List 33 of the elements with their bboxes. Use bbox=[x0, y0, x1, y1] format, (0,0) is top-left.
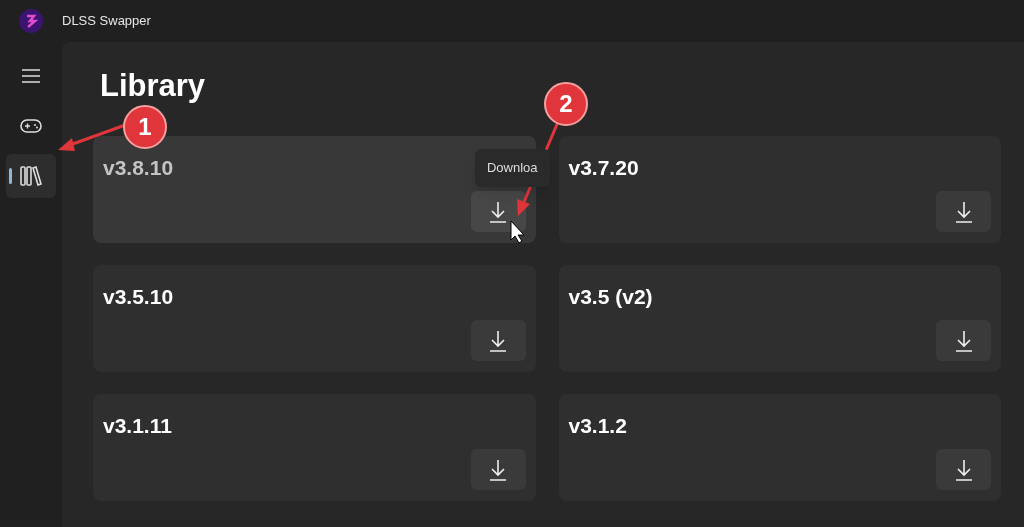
gamepad-icon bbox=[20, 118, 42, 134]
mouse-cursor-icon bbox=[510, 220, 525, 244]
download-icon bbox=[488, 200, 508, 223]
window-title: DLSS Swapper bbox=[62, 12, 151, 31]
nav-item[interactable] bbox=[6, 154, 56, 198]
selection-indicator bbox=[9, 168, 12, 184]
tooltip: Downloa bbox=[474, 149, 550, 187]
download-icon bbox=[953, 200, 974, 223]
version-label: v3.1.2 bbox=[568, 413, 627, 439]
version-card[interactable]: v3.5 (v2) bbox=[558, 265, 1001, 372]
download-icon bbox=[488, 329, 508, 352]
download-button[interactable] bbox=[470, 449, 526, 490]
download-button[interactable] bbox=[936, 449, 991, 490]
download-icon bbox=[488, 458, 508, 481]
download-button[interactable] bbox=[470, 320, 526, 361]
download-button[interactable] bbox=[470, 191, 526, 232]
version-card[interactable]: v3.1.2 bbox=[558, 394, 1001, 501]
menu-icon bbox=[21, 68, 41, 84]
download-icon bbox=[953, 329, 974, 352]
version-label: v3.7.20 bbox=[568, 155, 639, 181]
app-logo-icon bbox=[19, 9, 43, 33]
version-card[interactable]: v3.7.20 bbox=[558, 136, 1001, 243]
version-label: v3.1.11 bbox=[103, 413, 172, 439]
version-card[interactable]: v3.1.11 bbox=[93, 394, 536, 501]
library-icon bbox=[20, 166, 42, 186]
version-label: v3.5.10 bbox=[103, 284, 174, 310]
download-icon bbox=[953, 458, 974, 481]
version-label: v3.8.10 bbox=[103, 155, 174, 181]
download-button[interactable] bbox=[936, 191, 991, 232]
page-title: Library bbox=[100, 67, 206, 105]
version-card[interactable]: v3.5.10 bbox=[93, 265, 536, 372]
download-button[interactable] bbox=[936, 320, 991, 361]
version-label: v3.5 (v2) bbox=[568, 284, 653, 310]
